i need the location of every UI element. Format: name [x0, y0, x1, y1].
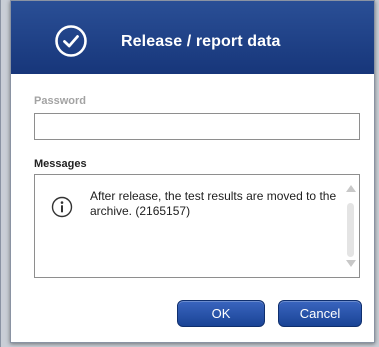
info-icon — [51, 196, 73, 218]
background-edge — [0, 0, 1, 347]
message-text: After release, the test results are move… — [90, 189, 337, 218]
password-label: Password — [34, 95, 86, 107]
scroll-up-icon[interactable] — [346, 185, 356, 192]
password-input[interactable] — [34, 113, 360, 140]
messages-box: After release, the test results are move… — [34, 174, 360, 278]
messages-scrollbar[interactable] — [345, 181, 357, 269]
scroll-down-icon[interactable] — [346, 260, 356, 267]
cancel-button[interactable]: Cancel — [278, 300, 362, 327]
messages-label: Messages — [34, 158, 87, 170]
scroll-thumb[interactable] — [347, 203, 354, 257]
dialog-header: Release / report data — [11, 1, 374, 74]
release-dialog: Release / report data Password Messages … — [10, 0, 375, 343]
ok-button[interactable]: OK — [177, 300, 265, 327]
check-circle-icon — [55, 25, 87, 57]
dialog-title: Release / report data — [121, 33, 281, 50]
